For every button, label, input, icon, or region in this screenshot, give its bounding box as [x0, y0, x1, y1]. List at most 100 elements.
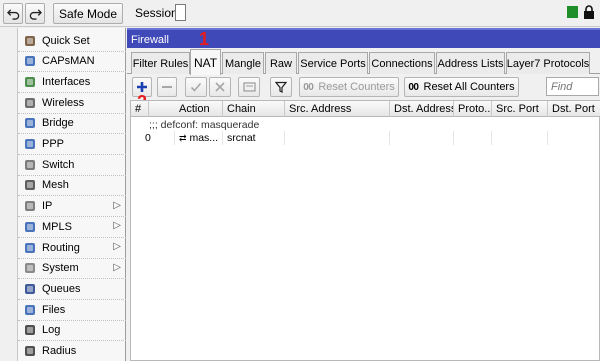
lock-icon [584, 5, 594, 19]
status-indicator-icon [567, 6, 578, 18]
rule-action-cell: ⇄ mas... [175, 131, 223, 145]
minus-icon [162, 86, 172, 88]
submenu-arrow-icon: ▷ [113, 199, 121, 211]
undo-icon [6, 9, 19, 20]
firewall-window: Firewall Filter Rules NAT Mangle Raw Ser… [127, 28, 600, 361]
table-row[interactable]: 0 ⇄ mas... srcnat [131, 131, 600, 145]
vertical-label-strip [0, 28, 18, 361]
sidebar-item-label: Files [42, 303, 66, 316]
log-icon [23, 323, 37, 337]
sidebar-item-quick-set[interactable]: Quick Set [18, 30, 126, 51]
window-title: Firewall [127, 28, 600, 48]
sidebar-item-switch[interactable]: Switch [18, 154, 126, 175]
sidebar-item-ip[interactable]: IP ▷ [18, 196, 126, 217]
rule-protocol [454, 131, 492, 145]
sidebar-item-wireless[interactable]: Wireless [18, 92, 126, 113]
column-header[interactable]: Dst. Port [548, 101, 600, 117]
tab-connections[interactable]: Connections [369, 52, 435, 74]
sidebar-item-label: PPP [42, 138, 65, 150]
sidebar-item-label: Log [42, 324, 61, 337]
sidebar-item-mesh[interactable]: Mesh [18, 175, 126, 196]
tab-raw[interactable]: Raw [265, 52, 297, 74]
filter-icon [275, 81, 287, 93]
column-header[interactable]: Chain [223, 101, 285, 117]
counter-all-icon: 00 [408, 81, 419, 93]
disable-button[interactable] [209, 77, 231, 97]
tab-nat[interactable]: NAT [190, 49, 221, 75]
tab-filter-rules[interactable]: Filter Rules [131, 52, 190, 74]
sidebar-item-interfaces[interactable]: Interfaces [18, 71, 126, 92]
column-header[interactable]: Proto... [454, 101, 492, 117]
sidebar-item-system[interactable]: System ▷ [18, 258, 126, 279]
tab-mangle[interactable]: Mangle [222, 52, 264, 74]
capsman-icon [23, 54, 37, 68]
submenu-arrow-icon: ▷ [113, 261, 121, 273]
rule-dst-address [390, 131, 454, 145]
sidebar-item-label: Mesh [42, 179, 69, 192]
filter-button[interactable] [270, 77, 292, 97]
table-header: # Action Chain Src. Address Dst. Address… [131, 101, 600, 117]
sidebar-item-label: Quick Set [42, 34, 90, 47]
undo-button[interactable] [3, 3, 23, 24]
sidebar-item-label: Radius [42, 345, 77, 357]
remove-button[interactable] [157, 77, 177, 97]
tab-service-ports[interactable]: Service Ports [298, 52, 368, 74]
sidebar-item-radius[interactable]: Radius [18, 341, 126, 361]
sidebar-item-label: System [42, 262, 79, 275]
bridge-icon [23, 116, 37, 130]
ip-icon [23, 199, 37, 213]
annotation-1: 1 [199, 29, 210, 49]
system-icon [23, 261, 37, 275]
sidebar-item-ppp[interactable]: PPP [18, 134, 126, 155]
column-header[interactable]: Dst. Address [390, 101, 454, 117]
routing-icon [23, 241, 37, 255]
tab-address-lists[interactable]: Address Lists [436, 52, 505, 74]
column-header[interactable]: Src. Port [492, 101, 548, 117]
sidebar-item-label: Switch [42, 158, 75, 171]
sidebar-item-capsman[interactable]: CAPsMAN [18, 51, 126, 72]
sidebar-item-routing[interactable]: Routing ▷ [18, 237, 126, 258]
sidebar-item-label: Queues [42, 282, 81, 295]
redo-icon [29, 9, 42, 20]
sidebar-item-log[interactable]: Log [18, 320, 126, 341]
masquerade-icon: ⇄ [179, 133, 187, 143]
rule-comment-row[interactable]: ;;; defconf: masquerade [131, 118, 600, 132]
mesh-icon [23, 178, 37, 192]
nat-toolbar: 00 Reset Counters 00 Reset All Counters [127, 75, 600, 99]
nat-rules-table: # Action Chain Src. Address Dst. Address… [130, 100, 600, 361]
comment-icon [242, 82, 256, 92]
rule-action: mas... [189, 132, 219, 144]
column-header[interactable]: # [131, 101, 149, 117]
reset-all-counters-label: Reset All Counters [423, 81, 515, 93]
column-header[interactable]: Src. Address [285, 101, 390, 117]
find-input[interactable] [546, 77, 599, 96]
tab-layer7-protocols[interactable]: Layer7 Protocols [506, 52, 590, 74]
submenu-arrow-icon: ▷ [113, 241, 121, 252]
check-icon [190, 82, 202, 92]
reset-all-counters-button[interactable]: 00 Reset All Counters [404, 77, 519, 97]
redo-button[interactable] [25, 3, 45, 24]
wireless-icon [23, 96, 37, 110]
column-header[interactable]: Action [175, 101, 223, 117]
sidebar-item-queues[interactable]: Queues [18, 278, 126, 299]
ppp-icon [23, 137, 37, 151]
sidebar-item-files[interactable]: Files [18, 299, 126, 320]
reset-counters-button[interactable]: 00 Reset Counters [299, 77, 399, 97]
sidebar-item-label: Interfaces [42, 75, 91, 88]
sidebar-item-bridge[interactable]: Bridge [18, 113, 126, 134]
mpls-icon [23, 220, 37, 234]
sidebar-item-label: Wireless [42, 96, 85, 109]
queues-icon [23, 282, 37, 296]
top-toolbar: Safe Mode Session: [0, 0, 600, 27]
sidebar-item-label: Bridge [42, 117, 74, 130]
switch-icon [23, 158, 37, 172]
comment-button[interactable] [238, 77, 260, 97]
sidebar-item-label: MPLS [42, 220, 72, 233]
safe-mode-button[interactable]: Safe Mode [53, 3, 123, 24]
cross-icon [215, 82, 225, 92]
submenu-arrow-icon: ▷ [113, 220, 121, 232]
tab-bar: Filter Rules NAT Mangle Raw Service Port… [127, 48, 600, 75]
session-field[interactable] [175, 4, 186, 21]
enable-button[interactable] [185, 77, 207, 97]
sidebar-item-mpls[interactable]: MPLS ▷ [18, 216, 126, 237]
